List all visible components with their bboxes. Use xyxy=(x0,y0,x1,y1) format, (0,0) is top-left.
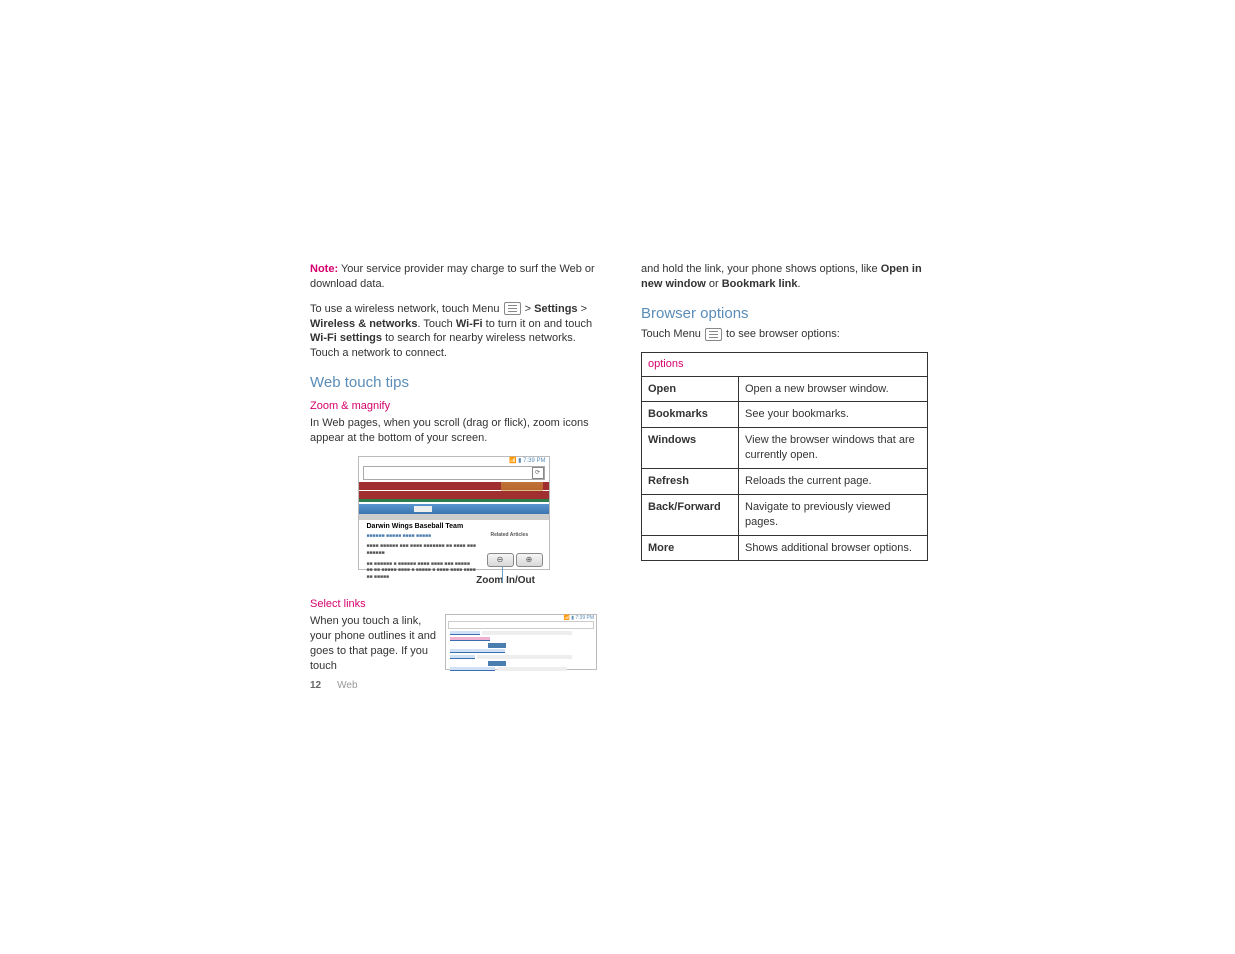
page-number: 12 xyxy=(310,680,321,691)
status-bar: 📶 ▮ 7:39 PM xyxy=(509,457,548,465)
table-header: options xyxy=(642,352,928,376)
note-text: Your service provider may charge to surf… xyxy=(310,263,595,290)
option-label: Back/Forward xyxy=(642,494,739,535)
settings-label: Settings xyxy=(534,303,577,315)
refresh-icon: ⟳ xyxy=(532,467,544,479)
wifi-settings-label: Wi-Fi settings xyxy=(310,332,382,344)
heading-web-touch-tips: Web touch tips xyxy=(310,373,597,393)
tab-row xyxy=(359,514,549,520)
options-table: options OpenOpen a new browser window. B… xyxy=(641,352,928,562)
option-desc: See your bookmarks. xyxy=(739,402,928,428)
table-row: MoreShows additional browser options. xyxy=(642,535,928,561)
option-label: More xyxy=(642,535,739,561)
table-row: OpenOpen a new browser window. xyxy=(642,376,928,402)
text: to turn it on and touch xyxy=(483,318,592,330)
link-button xyxy=(488,661,506,666)
related-articles-heading: Related Articles xyxy=(491,532,541,539)
option-label: Refresh xyxy=(642,469,739,495)
select-links-block: 📶 ▮ 7:39 PM When you touch a link, your … xyxy=(310,614,597,673)
text: To use a wireless network, touch Menu xyxy=(310,303,503,315)
heading-zoom-magnify: Zoom & magnify xyxy=(310,399,597,414)
sub-button xyxy=(414,506,432,512)
text: . xyxy=(798,278,801,290)
text: or xyxy=(706,278,722,290)
table-row: WindowsView the browser windows that are… xyxy=(642,428,928,469)
table-row: RefreshReloads the current page. xyxy=(642,469,928,495)
text: > xyxy=(578,303,587,315)
menu-icon xyxy=(705,328,722,341)
section-name: Web xyxy=(337,680,357,691)
zoom-control: ⊖ ⊕ xyxy=(487,553,543,567)
menu-icon xyxy=(504,302,521,315)
link-button xyxy=(488,643,506,648)
table-row: BookmarksSee your bookmarks. xyxy=(642,402,928,428)
wireless-networks-label: Wireless & networks xyxy=(310,318,418,330)
article-title: Darwin Wings Baseball Team xyxy=(367,522,541,531)
wifi-label: Wi-Fi xyxy=(456,318,483,330)
tab-bar xyxy=(359,491,549,502)
zoom-paragraph: In Web pages, when you scroll (drag or f… xyxy=(310,416,597,446)
heading-select-links: Select links xyxy=(310,597,597,612)
option-desc: Navigate to previously viewed pages. xyxy=(739,494,928,535)
heading-browser-options: Browser options xyxy=(641,304,928,324)
page-content: Note: Your service provider may charge t… xyxy=(310,262,928,674)
address-bar xyxy=(363,466,545,480)
option-label: Windows xyxy=(642,428,739,469)
bookmark-link-label: Bookmark link xyxy=(722,278,798,290)
option-desc: Shows additional browser options. xyxy=(739,535,928,561)
text: to see browser options: xyxy=(723,328,840,340)
page-footer: 12 Web xyxy=(310,680,358,691)
article-text: ■■ ■■■■■■ ■ ■■■■■■ ■■■■ ■■■■ ■■■ ■■■■■ ■… xyxy=(367,561,477,581)
continuation-text: and hold the link, your phone shows opti… xyxy=(641,262,928,292)
article-text: ■■■■ ■■■■■■ ■■■ ■■■■ ■■■■■■■ ■■ ■■■■ ■■■… xyxy=(367,543,477,557)
text: and hold the link, your phone shows opti… xyxy=(641,263,881,275)
option-desc: View the browser windows that are curren… xyxy=(739,428,928,469)
zoom-in-button[interactable]: ⊕ xyxy=(516,553,543,567)
note-label: Note: xyxy=(310,263,338,275)
callout-line xyxy=(502,566,503,582)
left-column: Note: Your service provider may charge t… xyxy=(310,262,597,674)
note-paragraph: Note: Your service provider may charge t… xyxy=(310,262,597,292)
text: . Touch xyxy=(418,318,456,330)
option-desc: Reloads the current page. xyxy=(739,469,928,495)
sub-bar xyxy=(359,504,549,514)
right-column: and hold the link, your phone shows opti… xyxy=(641,262,928,674)
text: Touch Menu xyxy=(641,328,704,340)
touch-menu-text: Touch Menu to see browser options: xyxy=(641,327,928,342)
option-label: Open xyxy=(642,376,739,402)
figure-zoom-screenshot: 📶 ▮ 7:39 PM ⟳ Darwin Wings Baseball Team… xyxy=(358,456,550,570)
table-row: Back/ForwardNavigate to previously viewe… xyxy=(642,494,928,535)
figure-links-screenshot: 📶 ▮ 7:39 PM xyxy=(445,614,597,670)
zoom-out-button[interactable]: ⊖ xyxy=(487,553,514,567)
page-lines xyxy=(450,631,592,667)
wireless-paragraph: To use a wireless network, touch Menu > … xyxy=(310,302,597,361)
text: > xyxy=(522,303,535,315)
option-label: Bookmarks xyxy=(642,402,739,428)
status-time: 7:39 PM xyxy=(523,458,545,464)
address-bar xyxy=(448,621,594,629)
option-desc: Open a new browser window. xyxy=(739,376,928,402)
